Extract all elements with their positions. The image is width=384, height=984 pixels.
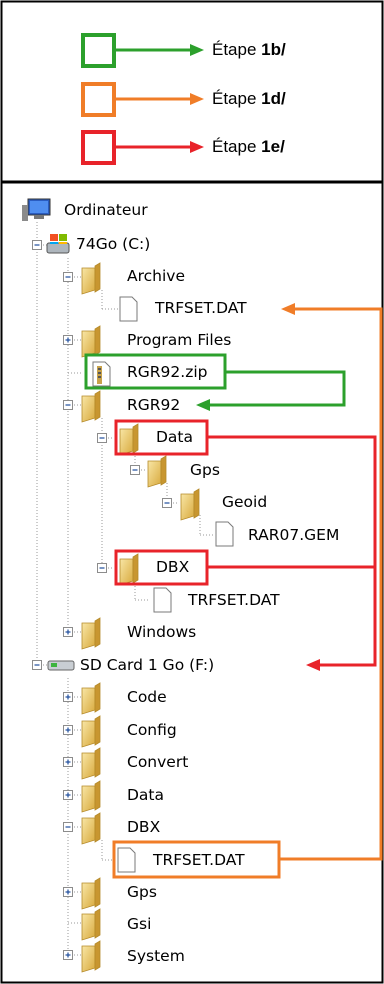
legend-step-1b — [81, 33, 204, 68]
zip-icon — [92, 361, 111, 387]
diagram-canvas — [0, 0, 384, 984]
folder-icon — [81, 330, 96, 358]
tree-item-geoid[interactable]: Geoid — [222, 492, 267, 512]
legend-label-1d: Étape 1d/ — [212, 89, 286, 109]
file-icon — [119, 296, 138, 322]
red-swatch — [81, 130, 116, 165]
sd-card-icon — [47, 660, 75, 671]
legend-step: 1e/ — [261, 137, 285, 156]
folder-icon — [81, 785, 96, 813]
tree-item-f-config[interactable]: Config — [127, 720, 177, 740]
folder-icon — [81, 622, 96, 650]
legend-step: 1d/ — [261, 89, 286, 108]
arrow-head-icon — [190, 44, 204, 56]
arrow-icon — [306, 659, 320, 671]
legend-label-1b: Étape 1b/ — [212, 40, 286, 60]
tree-item-f-code[interactable]: Code — [127, 687, 167, 707]
hard-drive-icon — [46, 234, 70, 254]
legend-prefix: Étape — [212, 40, 262, 59]
folder-icon — [81, 720, 96, 748]
expander-signs — [34, 244, 170, 958]
tree-item-archive[interactable]: Archive — [127, 266, 185, 286]
orange-swatch — [81, 82, 116, 117]
tree-item-rgr92-zip[interactable]: RGR92.zip — [127, 362, 207, 382]
tree-item-drive-c[interactable]: 74Go (C:) — [76, 234, 150, 254]
tree-item-f-system[interactable]: System — [127, 946, 185, 966]
file-icon — [117, 847, 136, 873]
folder-icon — [81, 945, 96, 973]
tree-item-computer[interactable]: Ordinateur — [64, 200, 148, 220]
legend-step-1d — [81, 82, 204, 117]
legend-step-1e — [81, 130, 204, 165]
file-icon — [153, 587, 172, 613]
tree-item-rar07-gem[interactable]: RAR07.GEM — [248, 525, 339, 545]
green-swatch — [81, 33, 116, 68]
tree-item-f-convert[interactable]: Convert — [127, 752, 188, 772]
arrow-head-icon — [190, 141, 204, 153]
tree-item-program-files[interactable]: Program Files — [127, 330, 231, 350]
legend-label-1e: Étape 1e/ — [212, 137, 285, 157]
tree-item-dbx-trfset[interactable]: TRFSET.DAT — [188, 590, 280, 610]
tree-item-gps[interactable]: Gps — [190, 460, 220, 480]
computer-icon — [22, 198, 51, 221]
tree-item-rgr92[interactable]: RGR92 — [127, 395, 180, 415]
tree-item-f-data[interactable]: Data — [127, 785, 164, 805]
orange-connector — [279, 303, 383, 861]
red-connector — [207, 435, 377, 671]
arrow-icon — [281, 303, 295, 315]
green-connector — [196, 370, 346, 411]
arrow-head-icon — [190, 93, 204, 105]
tree-item-f-dbx[interactable]: DBX — [127, 817, 160, 837]
file-icon — [215, 521, 234, 547]
legend-step: 1b/ — [261, 40, 286, 59]
legend-prefix: Étape — [212, 89, 262, 108]
folder-icon — [81, 687, 96, 715]
tree-item-drive-f[interactable]: SD Card 1 Go (F:) — [80, 655, 214, 675]
folder-icon — [81, 817, 96, 845]
tree-item-f-gsi[interactable]: Gsi — [127, 914, 151, 934]
folder-icon — [81, 882, 96, 910]
folder-icon — [81, 752, 96, 780]
tree-item-data[interactable]: Data — [156, 427, 193, 447]
folder-icon — [81, 395, 96, 423]
folder-icon — [119, 558, 134, 586]
tree-item-f-gps[interactable]: Gps — [127, 882, 157, 902]
folder-icon — [81, 913, 96, 941]
tree-item-f-dbx-trfset[interactable]: TRFSET.DAT — [153, 850, 245, 870]
folder-icon — [180, 493, 195, 521]
legend-box — [0, 0, 384, 184]
legend-prefix: Étape — [212, 137, 262, 156]
folder-icon — [147, 460, 162, 488]
tree-item-windows[interactable]: Windows — [127, 622, 196, 642]
folder-icon — [81, 267, 96, 295]
folder-icon — [119, 428, 134, 456]
arrow-icon — [196, 399, 210, 411]
tree-item-dbx[interactable]: DBX — [156, 557, 189, 577]
tree-item-archive-trfset[interactable]: TRFSET.DAT — [155, 298, 247, 318]
